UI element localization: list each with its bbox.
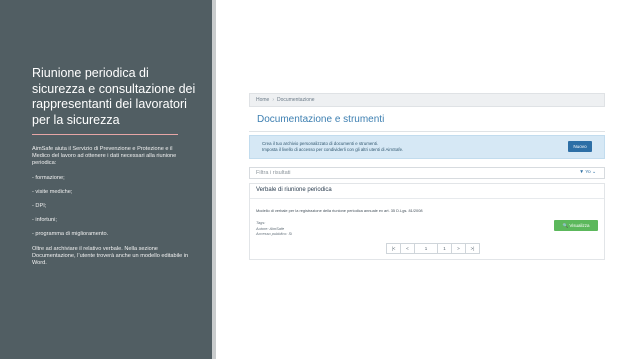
- public-access-label: Accesso pubblico:: [256, 231, 288, 236]
- author-label: Autore:: [256, 225, 269, 231]
- page-number-input[interactable]: 1: [415, 244, 438, 253]
- breadcrumb-current: Documentazione: [277, 97, 315, 103]
- sidebar-edge: [212, 0, 216, 359]
- new-button[interactable]: Nuovo: [568, 141, 592, 152]
- title-rule: [249, 131, 605, 132]
- info-alert: Crea il tuo archivio personalizzato di d…: [249, 135, 605, 159]
- intro-text: AimSafe aiuta il Servizio di Prevenzione…: [32, 146, 177, 167]
- app-screenshot: Home › Documentazione Documentazione e str…: [249, 93, 605, 269]
- document-title[interactable]: Verbale di riunione periodica: [256, 187, 332, 193]
- list-item: - infortuni;: [32, 217, 57, 224]
- breadcrumb-separator: ›: [272, 97, 275, 103]
- prev-page-button[interactable]: <: [401, 244, 415, 253]
- info-text: Crea il tuo archivio personalizzato di d…: [262, 141, 403, 153]
- author-value: AimSafe: [269, 225, 285, 231]
- list-item: - DPI;: [32, 203, 47, 210]
- slide-title: Riunione periodica di sicurezza e consul…: [32, 66, 196, 127]
- slide-body: AimSafe aiuta il Servizio di Prevenzione…: [32, 146, 192, 274]
- info-line: Imposta il livello di accesso per condiv…: [262, 147, 404, 152]
- first-page-button[interactable]: |<: [387, 244, 401, 253]
- last-page-button[interactable]: >|: [466, 244, 479, 253]
- outro-text: Oltre ad archiviare il relativo verbale.…: [32, 245, 189, 267]
- document-description: Modello di verbale per la registrazione …: [256, 208, 423, 213]
- breadcrumb-home[interactable]: Home: [256, 97, 269, 103]
- list-item: - formazione;: [32, 174, 65, 181]
- tags-label: Tags:: [256, 220, 266, 225]
- title-divider: [32, 134, 178, 135]
- filter-toggle[interactable]: ▼ Yo ⌄: [579, 168, 596, 178]
- breadcrumb: Home › Documentazione: [249, 93, 605, 107]
- filter-placeholder: Filtra i risultati: [256, 170, 291, 176]
- list-item: - visite mediche;: [32, 188, 73, 195]
- filter-input[interactable]: Filtra i risultati ▼ Yo ⌄: [249, 167, 605, 179]
- list-item: - programma di miglioramento.: [32, 231, 109, 238]
- pagination: |< < 1 1 > >|: [386, 243, 480, 254]
- slide-sidebar: Riunione periodica di sicurezza e consul…: [0, 0, 212, 359]
- view-button[interactable]: 🔍 Visualizza: [554, 220, 598, 231]
- page-title: Documentazione e strumenti: [257, 114, 385, 125]
- page-total: 1: [438, 244, 452, 253]
- next-page-button[interactable]: >: [452, 244, 466, 253]
- public-access-value: Sì: [288, 231, 293, 236]
- document-meta: Tags: Autore: AimSafe Accesso pubblico: …: [256, 220, 292, 237]
- card-divider: [250, 198, 604, 199]
